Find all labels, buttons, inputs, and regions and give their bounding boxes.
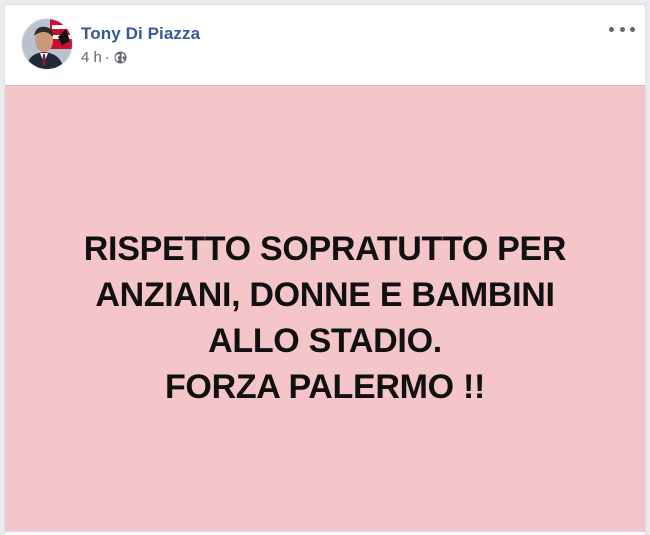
more-options-icon[interactable] [609, 19, 635, 39]
globe-icon[interactable] [114, 51, 127, 64]
author-name[interactable]: Tony Di Piazza [81, 24, 200, 44]
post-header: Tony Di Piazza 4 h · [5, 5, 645, 85]
post-card: Tony Di Piazza 4 h · RISPETTO SOPRATUTTO… [4, 4, 646, 535]
post-text-line: ANZIANI, DONNE E BAMBINI [95, 276, 555, 314]
post-text-line: ALLO STADIO. [208, 322, 442, 360]
meta-separator: · [104, 49, 110, 66]
post-text-line: RISPETTO SOPRATUTTO PER [83, 230, 567, 268]
avatar-image [22, 19, 72, 69]
more-dot [630, 26, 635, 32]
post-timestamp[interactable]: 4 h [81, 49, 102, 66]
more-dot [619, 26, 625, 32]
more-dot [609, 26, 614, 32]
post-text-background: RISPETTO SOPRATUTTO PER ANZIANI, DONNE E… [5, 85, 645, 531]
post-meta: 4 h · [81, 49, 127, 66]
post-footer [5, 531, 645, 535]
post-text: RISPETTO SOPRATUTTO PER ANZIANI, DONNE E… [5, 226, 645, 410]
post-text-line: FORZA PALERMO !! [164, 368, 486, 406]
avatar[interactable] [21, 18, 73, 70]
